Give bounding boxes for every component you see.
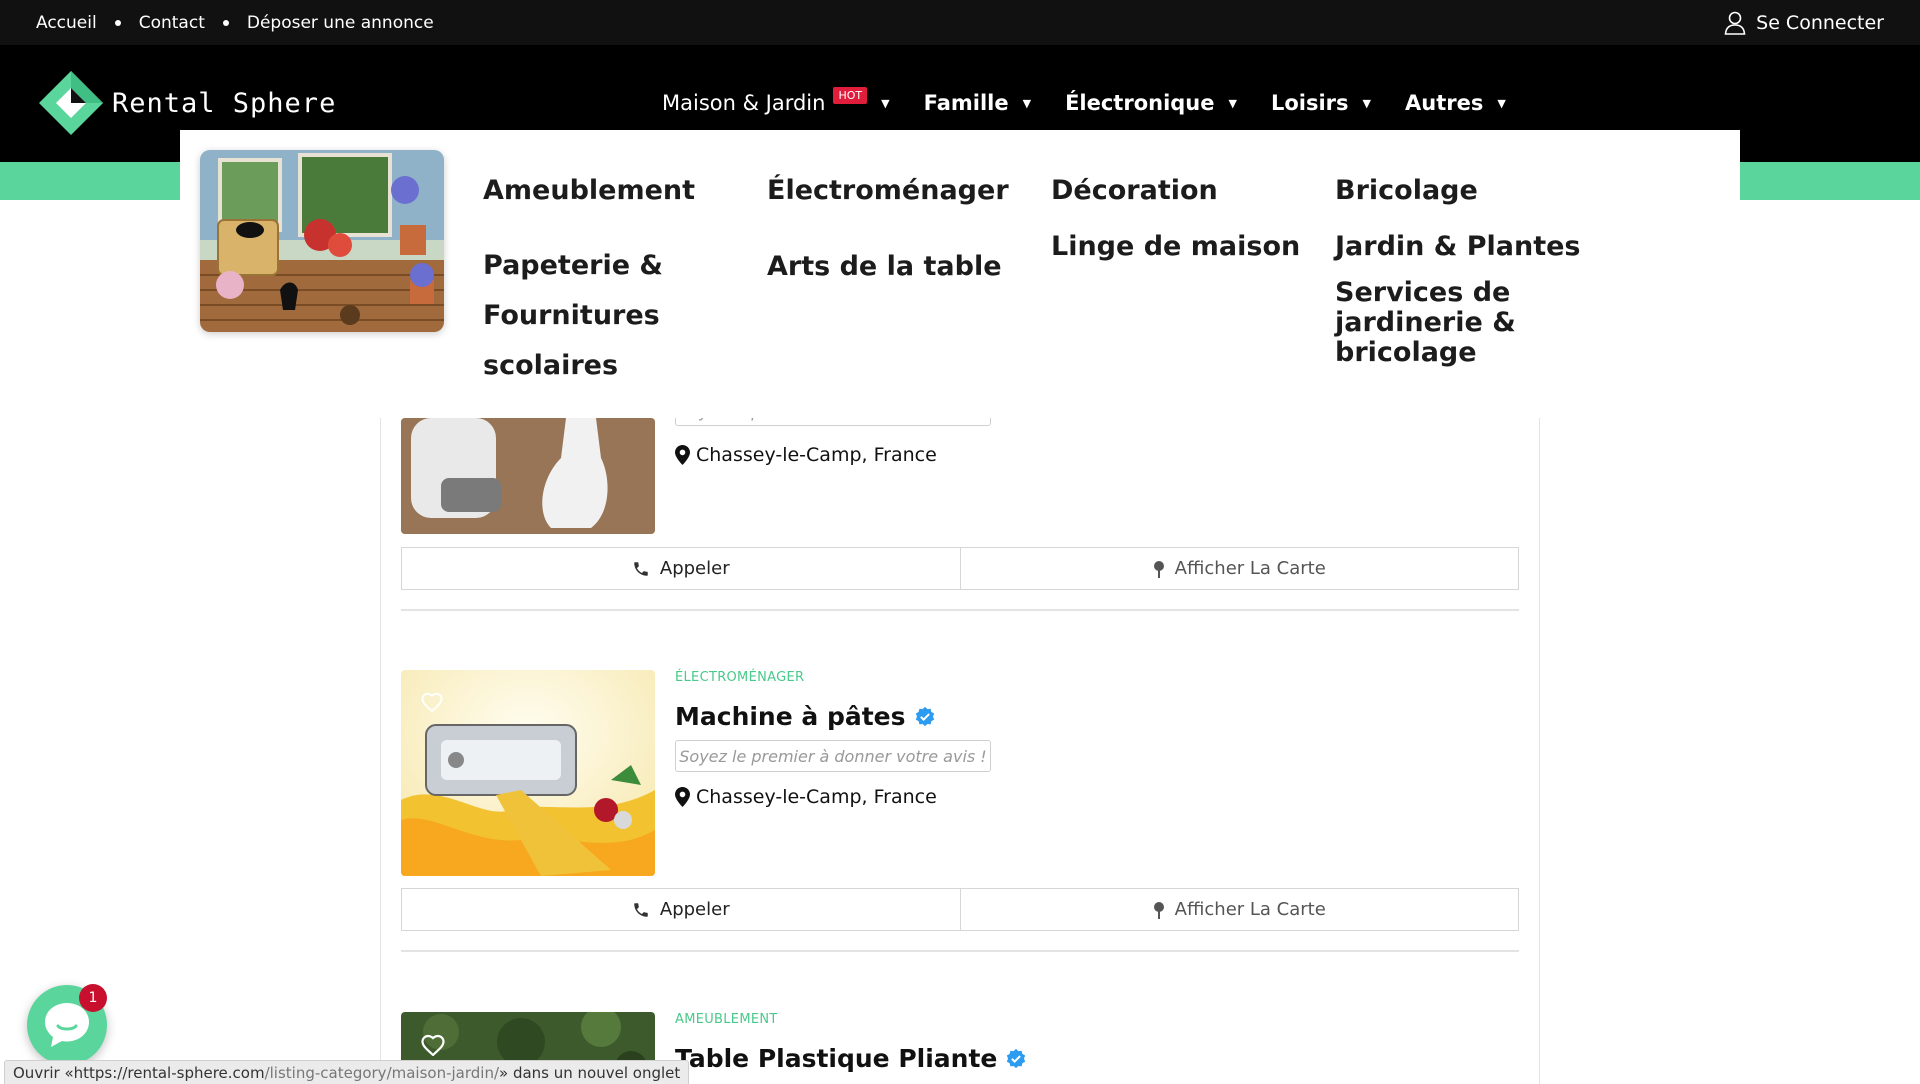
map-pin-icon (675, 787, 690, 807)
hot-badge: HOT (833, 86, 868, 104)
login-link[interactable]: Se Connecter (1724, 0, 1884, 45)
nav-item-loisirs[interactable]: Loisirs ▼ (1271, 91, 1371, 115)
top-link-deposer-annonce[interactable]: Déposer une annonce (247, 13, 434, 33)
menu-item-papeterie-line3[interactable]: scolaires (483, 341, 695, 391)
nav-label: Maison & Jardin (662, 91, 826, 115)
top-links: Accueil Contact Déposer une annonce (36, 0, 434, 45)
listing-thumbnail[interactable] (401, 418, 655, 534)
map-pin-icon (1153, 560, 1164, 578)
caret-down-icon: ▼ (1022, 96, 1032, 110)
verified-badge-icon (1007, 1048, 1026, 1068)
map-pin-icon (1153, 901, 1164, 919)
caret-down-icon: ▼ (1362, 96, 1371, 110)
caret-down-icon: ▼ (1497, 96, 1506, 110)
caret-down-icon: ▼ (881, 96, 890, 110)
logo-text: Rental Sphere (112, 87, 337, 119)
listing-actions: Appeler Afficher La Carte (401, 547, 1519, 590)
menu-item-papeterie-line1[interactable]: Papeterie & (483, 241, 695, 291)
nav-label: Autres (1405, 91, 1484, 115)
menu-item-services-line2[interactable]: jardinerie & (1335, 308, 1581, 338)
site-logo[interactable]: Rental Sphere (36, 68, 336, 138)
top-link-accueil[interactable]: Accueil (36, 13, 97, 33)
listing-location: Chassey-le-Camp, France (675, 786, 937, 808)
nav-item-autres[interactable]: Autres ▼ (1405, 91, 1506, 115)
menu-item-ameublement[interactable]: Ameublement (483, 166, 695, 216)
caret-down-icon: ▼ (1228, 96, 1237, 110)
user-icon (1724, 11, 1746, 35)
call-label: Appeler (659, 899, 730, 920)
main-nav: Maison & Jardin HOT ▼ Famille ▼ Électron… (662, 85, 1540, 121)
menu-item-jardin-plantes[interactable]: Jardin & Plantes (1335, 222, 1581, 272)
menu-item-linge-de-maison[interactable]: Linge de maison (1051, 222, 1300, 272)
browser-status-bar: Ouvrir « https://rental-sphere.com /list… (4, 1060, 690, 1084)
call-label: Appeler (659, 558, 730, 579)
listing-title-text: Machine à pâtes (675, 702, 906, 731)
status-prefix: Ouvrir « (13, 1063, 74, 1082)
login-label: Se Connecter (1756, 11, 1884, 34)
menu-item-papeterie-line2[interactable]: Fournitures (483, 291, 695, 341)
heart-icon[interactable] (421, 692, 443, 712)
chat-notification-badge: 1 (79, 984, 107, 1012)
listing-category[interactable]: Électroménager (675, 670, 804, 685)
location-text: Chassey-le-Camp, France (696, 786, 937, 808)
nav-label: Famille (923, 91, 1009, 115)
menu-item-services-line3[interactable]: bricolage (1335, 338, 1581, 368)
listing-actions: Appeler Afficher La Carte (401, 888, 1519, 931)
menu-item-arts-de-la-table[interactable]: Arts de la table (767, 242, 1009, 292)
phone-icon (634, 902, 648, 917)
listing-thumbnail[interactable] (401, 670, 655, 876)
listing-divider (401, 950, 1519, 952)
category-illustration (200, 150, 444, 332)
show-map-button[interactable]: Afficher La Carte (959, 889, 1519, 930)
map-label: Afficher La Carte (1174, 899, 1326, 920)
mega-column-1: Ameublement Papeterie & Fournitures scol… (483, 166, 695, 391)
top-link-contact[interactable]: Contact (139, 13, 205, 33)
mega-column-4: Bricolage Jardin & Plantes Services de j… (1335, 166, 1581, 368)
location-text: Chassey-le-Camp, France (696, 444, 937, 466)
heart-icon[interactable] (421, 1034, 445, 1056)
separator-dot (114, 19, 121, 26)
nav-item-electronique[interactable]: Électronique ▼ (1065, 91, 1237, 115)
status-url-host: https://rental-sphere.com (73, 1063, 265, 1082)
mega-column-2: Électroménager Arts de la table (767, 166, 1009, 292)
map-label: Afficher La Carte (1174, 558, 1326, 579)
separator-dot (222, 19, 229, 26)
status-url-path: /listing-category/maison-jardin/ (264, 1063, 500, 1082)
status-suffix: » dans un nouvel onglet (499, 1063, 681, 1082)
phone-icon (634, 561, 648, 576)
menu-item-services-line1[interactable]: Services de (1335, 278, 1581, 308)
map-pin-icon (675, 445, 690, 465)
listing-title[interactable]: Machine à pâtes (675, 702, 936, 731)
menu-item-electromenager[interactable]: Électroménager (767, 166, 1009, 216)
call-button[interactable]: Appeler (402, 889, 960, 930)
review-prompt[interactable]: Soyez le premier à donner votre avis ! (675, 740, 991, 772)
listing-location: Chassey-le-Camp, France (675, 444, 937, 466)
logo-icon (36, 68, 106, 138)
menu-item-bricolage[interactable]: Bricolage (1335, 166, 1581, 216)
nav-item-famille[interactable]: Famille ▼ (924, 91, 1031, 115)
listing-divider (401, 609, 1519, 611)
menu-item-decoration[interactable]: Décoration (1051, 166, 1300, 216)
nav-label: Électronique (1065, 91, 1215, 115)
mega-column-3: Décoration Linge de maison (1051, 166, 1300, 272)
show-map-button[interactable]: Afficher La Carte (959, 548, 1519, 589)
call-button[interactable]: Appeler (402, 548, 960, 589)
top-bar: Accueil Contact Déposer une annonce Se C… (0, 0, 1920, 45)
nav-label: Loisirs (1270, 91, 1349, 115)
listing-title-text: Table Plastique Pliante (675, 1044, 998, 1073)
mega-menu-maison-jardin: Ameublement Papeterie & Fournitures scol… (180, 130, 1740, 418)
verified-badge-icon (915, 706, 934, 726)
listing-category[interactable]: Ameublement (675, 1012, 778, 1027)
listing-container: Soyez le premier à donner votre avis ! C… (380, 396, 1540, 1084)
nav-item-maison-jardin[interactable]: Maison & Jardin HOT ▼ (662, 86, 890, 115)
listing-title[interactable]: Table Plastique Pliante (675, 1044, 1027, 1073)
